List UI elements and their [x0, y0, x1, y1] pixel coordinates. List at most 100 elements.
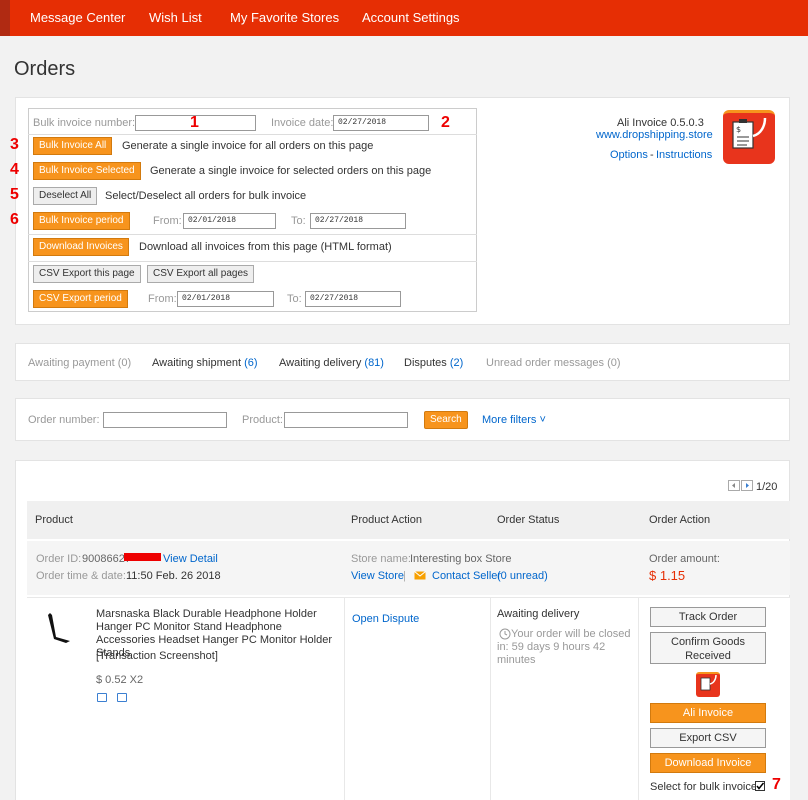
- tab-awaiting-payment[interactable]: Awaiting payment (0): [28, 357, 131, 369]
- csv-to-label: To:: [287, 293, 302, 305]
- annotation-4: 4: [10, 161, 19, 178]
- order-id-label: Order ID:: [36, 553, 82, 565]
- invoice-date-input[interactable]: 02/27/2018: [333, 115, 429, 131]
- product-input[interactable]: [284, 412, 408, 428]
- bulk-invoice-period-button[interactable]: Bulk Invoice period: [33, 212, 130, 230]
- divider: [28, 234, 477, 235]
- deselect-all-desc: Select/Deselect all orders for bulk invo…: [105, 190, 307, 202]
- instructions-link[interactable]: Instructions: [656, 149, 712, 161]
- export-csv-button[interactable]: Export CSV: [650, 728, 766, 748]
- bulk-invoice-selected-desc: Generate a single invoice for selected o…: [150, 165, 432, 177]
- download-invoices-desc: Download all invoices from this page (HT…: [139, 241, 392, 253]
- page-title: Orders: [14, 58, 76, 80]
- csv-export-page-button[interactable]: CSV Export this page: [33, 265, 141, 283]
- col-product: Product: [35, 514, 73, 526]
- invoice-date-label: Invoice date:: [271, 117, 334, 129]
- bulk-invoice-all-desc: Generate a single invoice for all orders…: [122, 140, 374, 152]
- card-icon[interactable]: [117, 693, 127, 702]
- order-number-label: Order number:: [28, 414, 100, 426]
- options-dash: -: [650, 149, 654, 161]
- shipping-icon[interactable]: [97, 693, 107, 702]
- divider: [638, 597, 639, 800]
- tab-awaiting-shipment[interactable]: Awaiting shipment (6): [152, 357, 258, 369]
- divider: [490, 597, 491, 800]
- csv-from-label: From:: [148, 293, 177, 305]
- annotation-6: 6: [10, 211, 19, 228]
- order-amount-label: Order amount:: [649, 553, 720, 565]
- annotation-3: 3: [10, 136, 19, 153]
- annotation-5: 5: [10, 186, 19, 203]
- select-bulk-label: Select for bulk invoice:: [650, 781, 761, 793]
- svg-text:$: $: [736, 125, 741, 134]
- store-name-label: Store name:: [351, 553, 411, 565]
- divider: [28, 261, 477, 262]
- order-amount-value: $ 1.15: [649, 568, 686, 583]
- options-link[interactable]: Options: [610, 149, 648, 161]
- product-label: Product:: [242, 414, 283, 426]
- period-to-label: To:: [291, 215, 306, 227]
- chevron-down-icon: ˅: [539, 414, 546, 426]
- nav-favorite-stores[interactable]: My Favorite Stores: [230, 10, 339, 25]
- tab-awaiting-delivery[interactable]: Awaiting delivery (81): [279, 357, 384, 369]
- csv-from-input[interactable]: 02/01/2018: [177, 291, 274, 307]
- ali-invoice-small-icon: [696, 672, 720, 697]
- download-invoice-button[interactable]: Download Invoice: [650, 753, 766, 773]
- prev-page-button[interactable]: [728, 480, 740, 491]
- website-link[interactable]: www.dropshipping.store: [596, 129, 713, 141]
- period-from-label: From:: [153, 215, 182, 227]
- redaction-bar: [124, 553, 161, 561]
- csv-export-period-button[interactable]: CSV Export period: [33, 290, 128, 308]
- unread-count: (0 unread): [497, 570, 548, 582]
- period-to-input[interactable]: 02/27/2018: [310, 213, 406, 229]
- csv-to-input[interactable]: 02/27/2018: [305, 291, 401, 307]
- bulk-number-label: Bulk invoice number:: [33, 117, 136, 129]
- order-status-text: Awaiting delivery: [497, 608, 580, 620]
- next-page-button[interactable]: [741, 480, 753, 491]
- nav-wish-list[interactable]: Wish List: [149, 10, 202, 25]
- bulk-invoice-selected-button[interactable]: Bulk Invoice Selected: [33, 162, 141, 180]
- product-thumbnail[interactable]: [40, 609, 80, 649]
- open-dispute-link[interactable]: Open Dispute: [352, 613, 419, 625]
- tab-disputes[interactable]: Disputes (2): [404, 357, 463, 369]
- search-button[interactable]: Search: [424, 411, 468, 429]
- top-navigation: Message Center Wish List My Favorite Sto…: [0, 0, 808, 36]
- more-filters-link[interactable]: More filters ˅: [482, 414, 546, 426]
- envelope-icon: [414, 571, 426, 580]
- divider: [28, 134, 477, 135]
- ali-invoice-logo-icon: $: [723, 110, 775, 164]
- checkmark-icon: [756, 782, 765, 790]
- track-order-button[interactable]: Track Order: [650, 607, 766, 627]
- divider: [344, 597, 345, 800]
- nav-account-settings[interactable]: Account Settings: [362, 10, 460, 25]
- select-bulk-checkbox[interactable]: [755, 781, 765, 791]
- view-store-link[interactable]: View Store: [351, 570, 404, 582]
- col-product-action: Product Action: [351, 514, 422, 526]
- link-separator: |: [403, 570, 406, 582]
- csv-export-all-button[interactable]: CSV Export all pages: [147, 265, 255, 283]
- order-close-countdown: Your order will be closed in: 59 days 9 …: [497, 628, 631, 666]
- period-from-input[interactable]: 02/01/2018: [183, 213, 276, 229]
- order-number-input[interactable]: [103, 412, 227, 428]
- bulk-invoice-all-button[interactable]: Bulk Invoice All: [33, 137, 113, 155]
- deselect-all-button[interactable]: Deselect All: [33, 187, 98, 205]
- contact-seller-link[interactable]: Contact Seller: [432, 570, 501, 582]
- store-name-value: Interesting box Store: [410, 553, 512, 565]
- order-time-label: Order time & date:: [36, 570, 126, 582]
- transaction-screenshot-link[interactable]: [Transaction Screenshot]: [96, 650, 218, 662]
- view-detail-link[interactable]: View Detail: [163, 553, 218, 565]
- annotation-7: 7: [772, 776, 781, 793]
- nav-message-center[interactable]: Message Center: [30, 10, 125, 25]
- ali-invoice-button[interactable]: Ali Invoice: [650, 703, 766, 723]
- confirm-goods-button[interactable]: Confirm Goods Received: [650, 632, 766, 664]
- chevron-left-icon: [732, 483, 735, 488]
- version-text: Ali Invoice 0.5.0.3: [617, 117, 704, 129]
- status-tabs: [15, 343, 790, 381]
- annotation-2: 2: [441, 114, 450, 131]
- product-price: $ 0.52 X2: [96, 674, 144, 686]
- pagination-text: 1/20: [756, 481, 778, 493]
- download-invoices-button[interactable]: Download Invoices: [33, 238, 129, 256]
- annotation-1: 1: [190, 114, 199, 131]
- col-order-action: Order Action: [649, 514, 711, 526]
- chevron-right-icon: [746, 483, 749, 488]
- tab-unread-messages[interactable]: Unread order messages (0): [486, 357, 621, 369]
